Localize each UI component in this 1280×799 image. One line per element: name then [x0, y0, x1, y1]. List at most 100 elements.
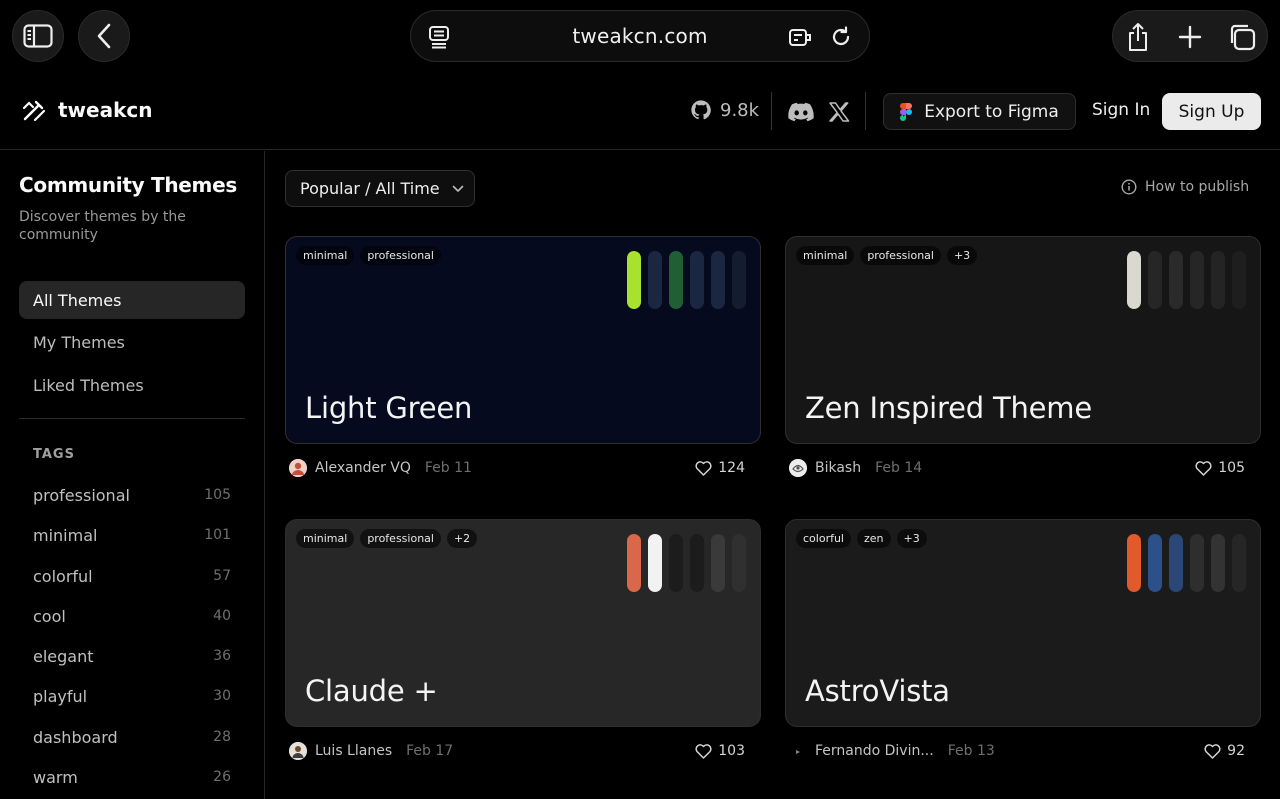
theme-tag: +3 [946, 246, 978, 265]
brand-name: tweakcn [58, 98, 153, 122]
sign-up-button[interactable]: Sign Up [1162, 93, 1261, 130]
tag-count: 101 [204, 527, 231, 543]
tag-filter-cool[interactable]: cool 40 [33, 605, 231, 627]
theme-tags: minimal professional +2 [296, 529, 478, 548]
tag-name: playful [33, 686, 88, 706]
color-swatch [1148, 251, 1162, 309]
color-swatch [627, 251, 641, 309]
sidebar-icon [23, 24, 53, 48]
like-count: 105 [1218, 460, 1245, 476]
theme-author[interactable]: Bikash [815, 460, 861, 476]
theme-date: Feb 17 [406, 743, 454, 759]
header-divider [771, 92, 772, 130]
tag-filter-colorful[interactable]: colorful 57 [33, 565, 231, 587]
color-swatch [1190, 251, 1204, 309]
theme-author[interactable]: Alexander VQ [315, 460, 411, 476]
color-swatch [732, 251, 746, 309]
share-icon[interactable] [1123, 22, 1153, 52]
nav-all-themes[interactable]: All Themes [19, 281, 245, 319]
color-swatch [1127, 251, 1141, 309]
x-icon[interactable] [826, 99, 852, 125]
theme-tag: minimal [796, 246, 855, 265]
tag-count: 36 [213, 648, 231, 664]
color-swatch [711, 534, 725, 592]
color-swatch [690, 534, 704, 592]
theme-date: Feb 11 [424, 460, 472, 476]
reload-icon[interactable] [827, 23, 855, 51]
theme-tags: colorful zen +3 [796, 529, 927, 548]
extension-icon[interactable] [787, 23, 815, 51]
tag-name: cool [33, 606, 66, 626]
color-swatch [711, 251, 725, 309]
avatar[interactable] [789, 459, 807, 477]
sidebar-subtitle: Discover themes by the community [19, 209, 186, 243]
heart-icon [1195, 460, 1212, 476]
color-swatch [669, 251, 683, 309]
color-swatch [1232, 534, 1246, 592]
avatar[interactable] [289, 459, 307, 477]
theme-title: Zen Inspired Theme [805, 391, 1092, 425]
tweakcn-logo-icon [22, 100, 46, 122]
discord-icon[interactable] [788, 99, 814, 125]
color-swatch [1169, 534, 1183, 592]
theme-card[interactable]: minimal professional +3 Zen Inspired The… [785, 236, 1261, 444]
page-menu-icon[interactable] [425, 23, 453, 51]
address-bar[interactable]: tweakcn.com [410, 10, 870, 62]
sidebar-toggle-button[interactable] [12, 10, 64, 62]
tag-filter-elegant[interactable]: elegant 36 [33, 645, 231, 667]
nav-my-themes[interactable]: My Themes [19, 323, 245, 361]
color-swatch [1232, 251, 1246, 309]
figma-icon [900, 102, 913, 121]
like-count: 124 [718, 460, 745, 476]
like-button[interactable]: 105 [1195, 460, 1245, 476]
theme-title: Light Green [305, 391, 473, 425]
how-to-publish-link[interactable]: How to publish [1121, 179, 1249, 195]
like-button[interactable]: 92 [1204, 743, 1245, 759]
theme-tags: minimal professional [296, 246, 441, 265]
github-icon [691, 100, 711, 120]
export-to-figma-button[interactable]: Export to Figma [883, 93, 1076, 130]
brand-logo[interactable]: tweakcn [22, 98, 153, 122]
sign-in-button[interactable]: Sign In [1092, 100, 1150, 120]
sort-label: Popular / All Time [300, 179, 440, 198]
chevron-left-icon [97, 23, 111, 49]
theme-author[interactable]: Luis Llanes [315, 743, 392, 759]
theme-card[interactable]: minimal professional +2 Claude + [285, 519, 761, 727]
github-link[interactable]: 9.8k [690, 99, 759, 121]
theme-tag: +2 [446, 529, 478, 548]
heart-icon [695, 460, 712, 476]
sort-dropdown[interactable]: Popular / All Time [285, 170, 475, 207]
info-icon [1121, 179, 1137, 195]
theme-card[interactable]: colorful zen +3 AstroVista [785, 519, 1261, 727]
color-swatches [627, 534, 746, 592]
tag-name: dashboard [33, 727, 118, 747]
tag-filter-dashboard[interactable]: dashboard 28 [33, 726, 231, 748]
new-tab-icon[interactable] [1175, 22, 1205, 52]
tag-filter-warm[interactable]: warm 26 [33, 766, 231, 788]
like-button[interactable]: 103 [695, 743, 745, 759]
like-button[interactable]: 124 [695, 460, 745, 476]
sidebar-title: Community Themes [19, 173, 237, 197]
tag-count: 26 [213, 769, 231, 785]
url-text: tweakcn.com [572, 24, 708, 48]
avatar[interactable] [789, 742, 807, 760]
tag-filter-minimal[interactable]: minimal 101 [33, 524, 231, 546]
tag-count: 28 [213, 729, 231, 745]
chevron-down-icon [452, 185, 463, 192]
theme-author[interactable]: Fernando Divin... [815, 743, 934, 759]
color-swatch [1127, 534, 1141, 592]
browser-actions [1112, 10, 1268, 62]
nav-liked-themes[interactable]: Liked Themes [19, 366, 245, 404]
theme-meta: Fernando Divin... Feb 13 92 [789, 740, 1245, 762]
github-stars: 9.8k [720, 99, 760, 121]
theme-meta: Luis Llanes Feb 17 103 [289, 740, 745, 762]
tag-filter-playful[interactable]: playful 30 [33, 685, 231, 707]
tabs-overview-icon[interactable] [1227, 22, 1257, 52]
avatar[interactable] [289, 742, 307, 760]
theme-card[interactable]: minimal professional Light Green [285, 236, 761, 444]
back-button[interactable] [78, 10, 130, 62]
color-swatch [1169, 251, 1183, 309]
tag-filter-professional[interactable]: professional 105 [33, 484, 231, 506]
theme-tag: +3 [896, 529, 927, 548]
color-swatch [1148, 534, 1162, 592]
